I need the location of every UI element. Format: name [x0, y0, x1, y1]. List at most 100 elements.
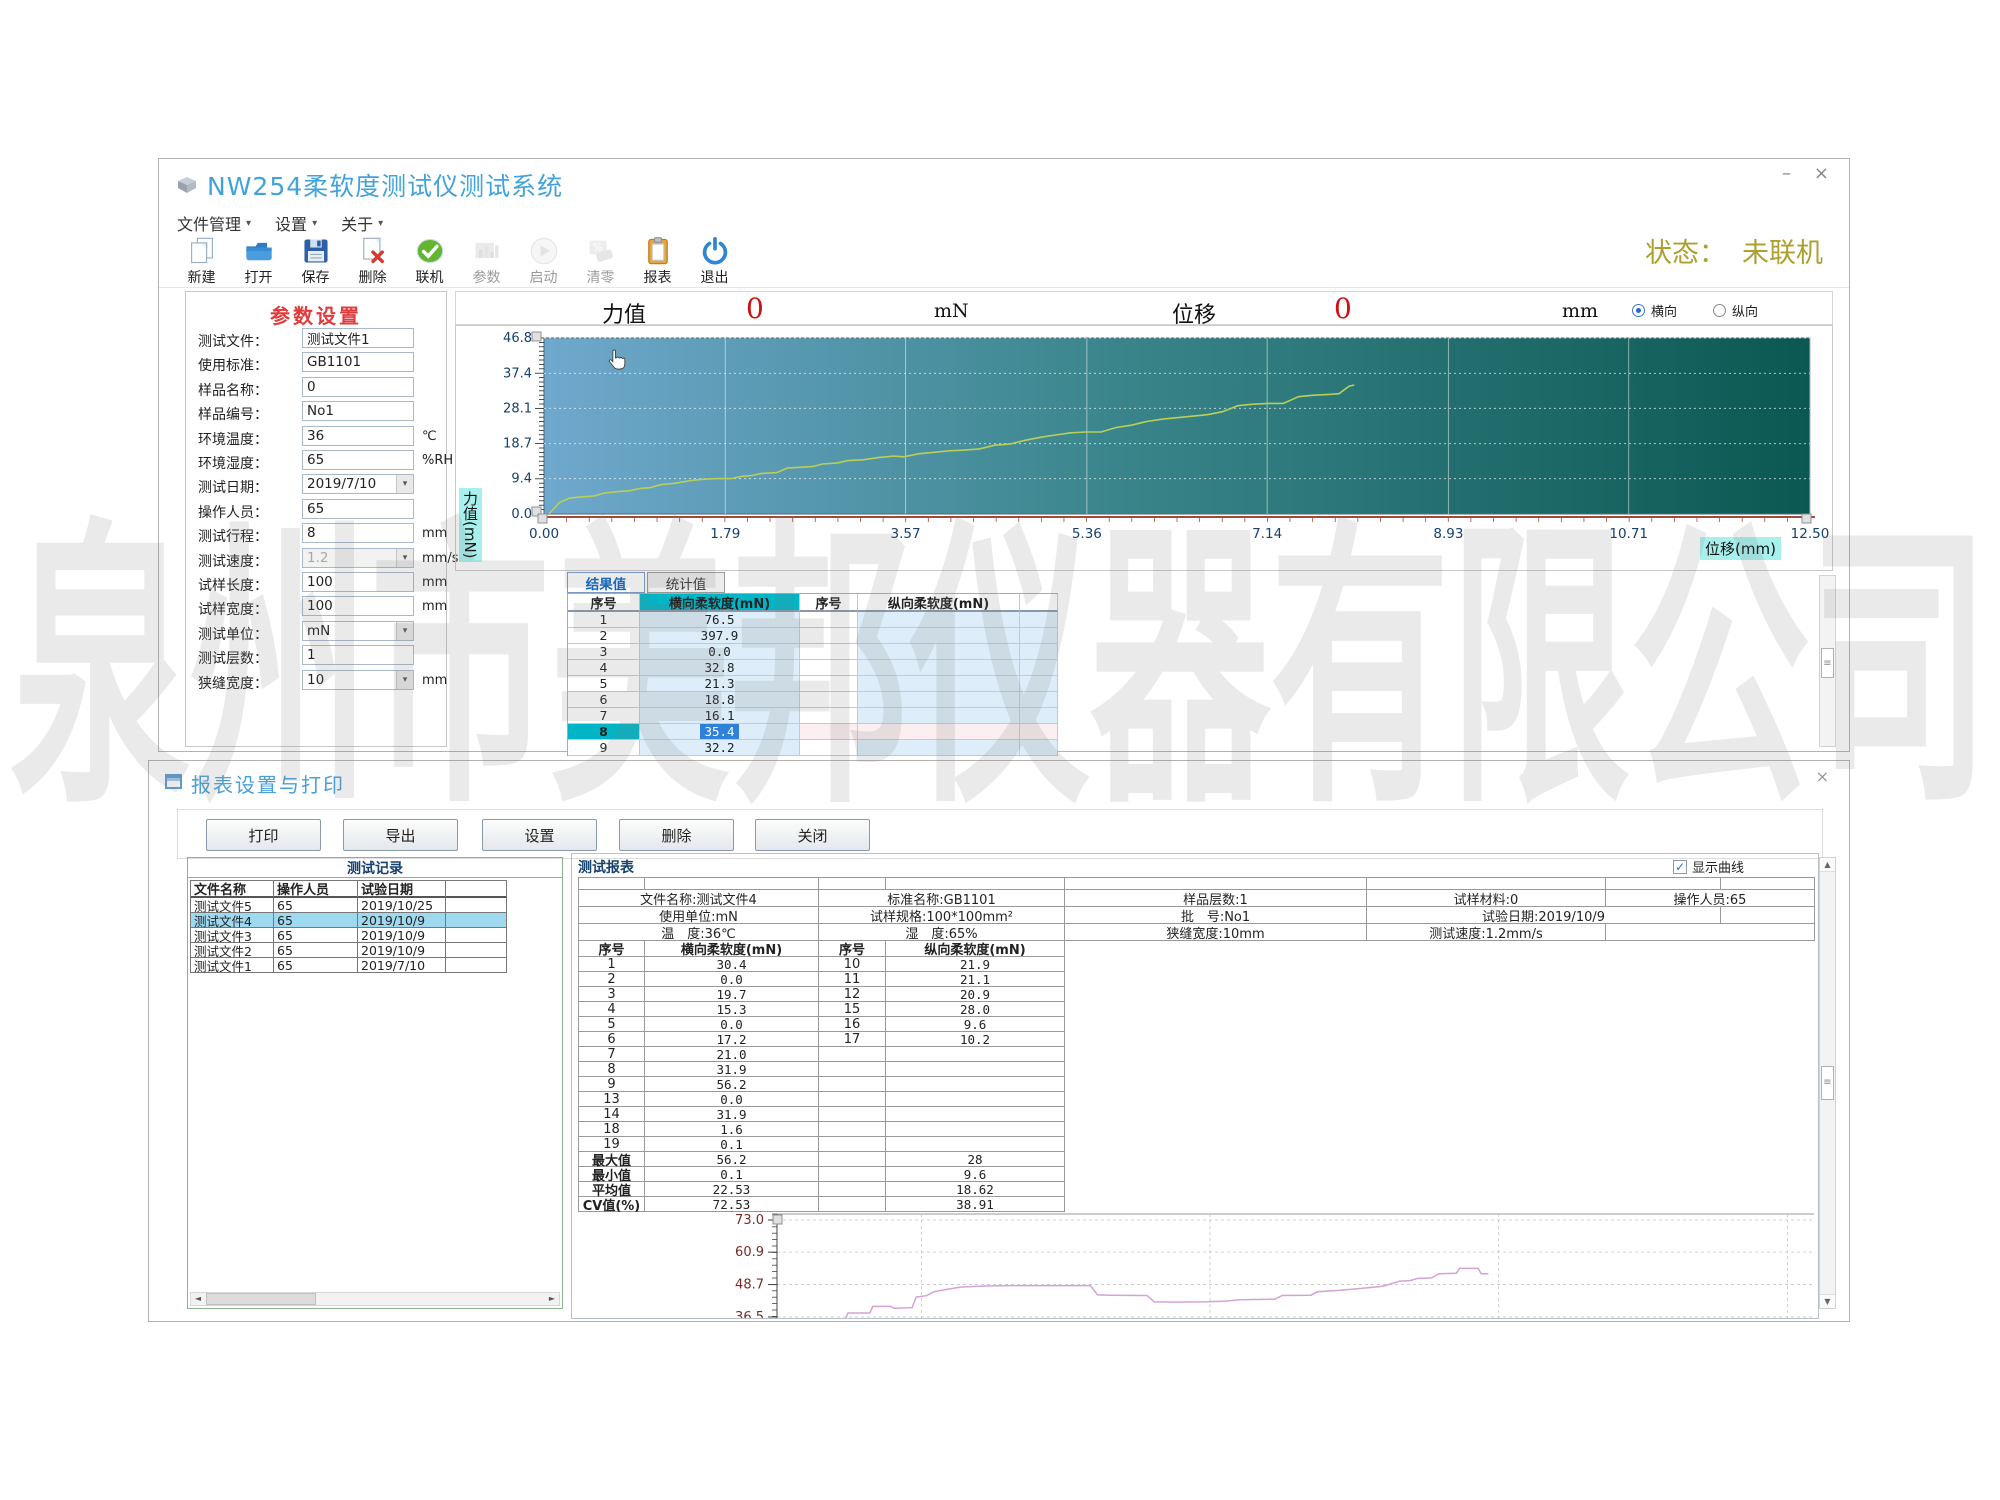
table-row[interactable]: 5 0.0 16 9.6: [579, 1017, 1815, 1032]
param-input[interactable]: mN ▾: [302, 620, 414, 641]
column-header: [1020, 594, 1058, 612]
toolbar-button[interactable]: 删除: [344, 233, 401, 287]
scroll-up-arrow[interactable]: ▲: [1820, 858, 1835, 872]
param-input[interactable]: 8: [302, 523, 414, 544]
toolbar-button[interactable]: 联机: [401, 233, 458, 287]
svg-text:60.9: 60.9: [735, 1245, 764, 1260]
param-input[interactable]: 10 ▾: [302, 669, 414, 690]
table-row[interactable]: 最大值 56.2 28: [579, 1152, 1815, 1169]
param-input[interactable]: No1: [302, 401, 414, 422]
table-cell: 21.3: [640, 676, 800, 692]
report-scrollbar[interactable]: ▲ ≡ ▼: [1819, 857, 1836, 1309]
table-row[interactable]: 2 0.0 11 21.1: [579, 972, 1815, 987]
table-row[interactable]: 7 21.0: [579, 1047, 1815, 1062]
report-close-button[interactable]: ×: [1816, 767, 1829, 786]
param-value: 10: [307, 671, 325, 688]
scroll-down-arrow[interactable]: ▼: [1820, 1294, 1835, 1308]
toolbar-button[interactable]: 保存: [287, 233, 344, 287]
close-dialog-button[interactable]: 关闭: [755, 819, 870, 851]
scrollbar-thumb[interactable]: ≡: [1821, 648, 1834, 678]
print-button[interactable]: 打印: [206, 819, 321, 851]
table-row[interactable]: 8 31.9: [579, 1062, 1815, 1077]
results-scrollbar[interactable]: ≡: [1819, 575, 1836, 747]
table-cell: 12: [819, 987, 886, 1002]
scroll-right-arrow[interactable]: ►: [545, 1293, 559, 1305]
table-cell: [886, 1107, 1065, 1122]
param-input[interactable]: 36: [302, 425, 414, 446]
table-cell: [446, 928, 507, 943]
table-cell: 35.4: [640, 724, 800, 740]
param-input[interactable]: 测试文件1: [302, 328, 414, 348]
direction-radio[interactable]: 横向: [1632, 301, 1677, 320]
record-row[interactable]: 测试文件1 65 2019/7/10: [191, 958, 507, 974]
table-cell: 21.0: [645, 1047, 819, 1062]
param-input[interactable]: 65: [302, 450, 414, 470]
table-row[interactable]: 14 31.9: [579, 1107, 1815, 1122]
param-row: 测试文件： 测试文件1: [186, 328, 446, 350]
report-chart-canvas: 73.0 60.9 48.7 36.5: [735, 1213, 1814, 1318]
table-row[interactable]: 9 56.2: [579, 1077, 1815, 1092]
minimize-button[interactable]: –: [1782, 163, 1791, 184]
table-cell: 1: [568, 612, 640, 628]
menu-item[interactable]: 设置 ▾: [275, 211, 317, 235]
toolbar-button[interactable]: 退出: [686, 233, 743, 287]
table-row[interactable]: 最小值 0.1 9.6: [579, 1167, 1815, 1184]
table-row[interactable]: 6 17.2 17 10.2: [579, 1032, 1815, 1047]
table-row[interactable]: 6 18.8: [568, 692, 1058, 708]
table-row[interactable]: 13 0.0: [579, 1092, 1815, 1107]
param-input[interactable]: 0: [302, 376, 414, 397]
toolbar-button[interactable]: 新建: [173, 233, 230, 287]
table-cell: 2: [568, 628, 640, 644]
table-row[interactable]: 9 32.2: [568, 740, 1058, 756]
param-value: No1: [307, 403, 334, 420]
scrollbar-thumb[interactable]: [206, 1293, 316, 1305]
table-row[interactable]: 1 76.5: [568, 612, 1058, 628]
checkbox-check-icon: ✓: [1672, 859, 1687, 874]
table-row[interactable]: 1 30.4 10 21.9: [579, 957, 1815, 972]
tab-results[interactable]: 结果值: [567, 572, 645, 593]
records-scrollbar[interactable]: ◄ ►: [190, 1292, 560, 1306]
direction-radio[interactable]: 纵向: [1713, 301, 1758, 320]
param-input[interactable]: 100: [302, 596, 414, 617]
table-row[interactable]: 4 15.3 15 28.0: [579, 1002, 1815, 1017]
param-input[interactable]: 2019/7/10 ▾: [302, 474, 414, 495]
param-input[interactable]: 100: [302, 572, 414, 592]
table-row[interactable]: 18 1.6: [579, 1122, 1815, 1137]
table-row[interactable]: 5 21.3: [568, 676, 1058, 692]
param-input[interactable]: 65: [302, 498, 414, 519]
table-row[interactable]: 2 397.9: [568, 628, 1058, 644]
table-row[interactable]: 19 0.1: [579, 1137, 1815, 1152]
dropdown-arrow-icon[interactable]: ▾: [396, 621, 413, 640]
close-button[interactable]: ×: [1814, 163, 1829, 184]
delete-button[interactable]: 删除: [619, 819, 734, 851]
scroll-left-arrow[interactable]: ◄: [191, 1293, 205, 1305]
param-input[interactable]: 1: [302, 645, 414, 666]
report-panel: 测试报表 ✓ 显示曲线 文件名称:测试文件4 标准名称:GB1101 样品层数:1 试…: [571, 853, 1819, 1319]
table-row[interactable]: 3 19.7 12 20.9: [579, 987, 1815, 1002]
table-row[interactable]: 3 0.0: [568, 644, 1058, 660]
table-row[interactable]: CV值(%) 72.53 38.91: [579, 1197, 1815, 1214]
menu-item[interactable]: 文件管理 ▾: [177, 211, 251, 235]
records-panel: 测试记录 文件名称 操作人员 试验日期 测试文件5 65 2019/10/25 测试文件4 6…: [187, 857, 563, 1309]
param-input[interactable]: GB1101: [302, 352, 414, 373]
show-curve-checkbox[interactable]: ✓ 显示曲线: [1672, 857, 1744, 876]
table-row[interactable]: 平均值 22.53 18.62: [579, 1182, 1815, 1199]
toolbar-button[interactable]: 打开: [230, 233, 287, 287]
scrollbar-thumb[interactable]: ≡: [1821, 1066, 1834, 1100]
table-row[interactable]: 7 16.1: [568, 708, 1058, 724]
table-cell: 11: [819, 972, 886, 987]
dropdown-arrow-icon[interactable]: ▾: [396, 670, 413, 689]
table-cell: 7: [568, 708, 640, 724]
dropdown-arrow-icon[interactable]: ▾: [396, 475, 413, 494]
table-cell: 7: [579, 1047, 645, 1062]
menu-item[interactable]: 关于 ▾: [341, 211, 383, 235]
tab-statistics[interactable]: 统计值: [647, 572, 725, 593]
export-button[interactable]: 导出: [343, 819, 458, 851]
table-row[interactable]: 8 35.4: [568, 724, 1058, 740]
table-row[interactable]: 4 32.8: [568, 660, 1058, 676]
table-cell: 6: [568, 692, 640, 708]
toolbar-button[interactable]: 报表: [629, 233, 686, 287]
table-cell: [886, 1122, 1065, 1137]
settings-button[interactable]: 设置: [482, 819, 597, 851]
table-cell: [886, 1137, 1065, 1152]
